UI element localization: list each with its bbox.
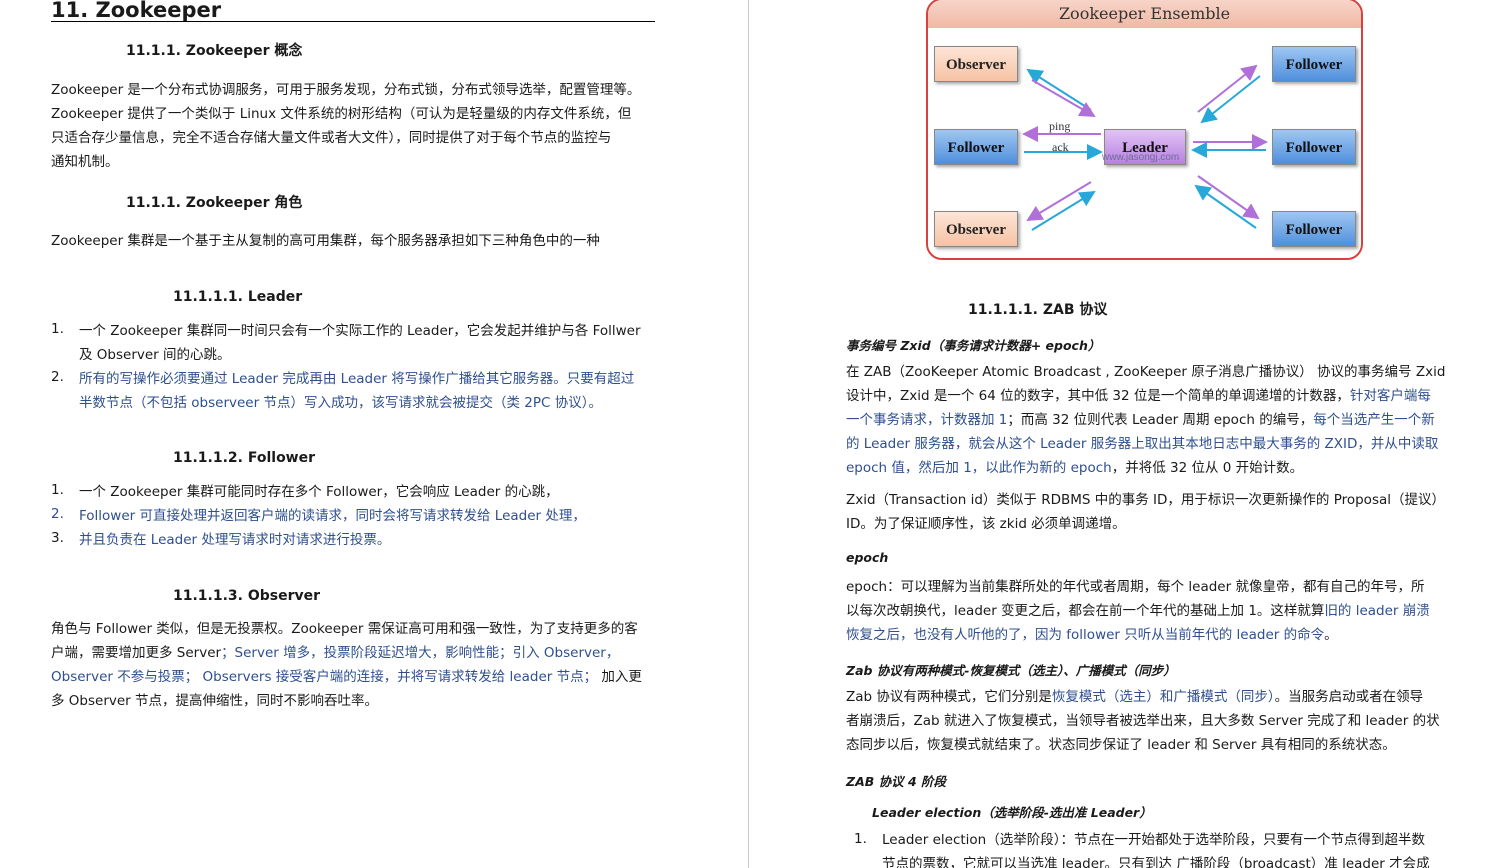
text-line: 一个 Zookeeper 集群同一时间只会有一个实际工作的 Leader，它会发…: [79, 323, 641, 339]
list-number: 2.: [51, 506, 64, 522]
arrow-ack: [1031, 79, 1096, 118]
watermark: www.jasongj.com: [1102, 152, 1180, 163]
arrow-ping: [1026, 68, 1092, 111]
ping-label: ping: [1049, 119, 1071, 133]
list-number: 1.: [51, 482, 64, 498]
list-item: 所有的写操作必须要通过 Leader 完成再由 Leader 将写操作广播给其它…: [79, 367, 634, 415]
text-line: ID。为了保证顺序性，该 zkid 必须单调递增。: [846, 516, 1126, 532]
text-line: 设计中，Zxid 是一个 64 位的数字，其中低 32 位是一个简单的单调递增的…: [846, 388, 1431, 404]
follower-node: Follower: [1272, 211, 1356, 247]
zxid-paragraph: 在 ZAB（ZooKeeper Atomic Broadcast , ZooKe…: [846, 360, 1506, 480]
text-line: 节点的票数，它就可以当选准 leader。只有到达 广播阶段（broadcast…: [882, 856, 1430, 868]
list-item: Follower 可直接处理并返回客户端的读请求，同时会将写请求转发给 Lead…: [79, 508, 586, 524]
chapter-title: 11. Zookeeper: [51, 0, 222, 22]
leader-election-label: Leader election（选举阶段-选出准 Leader）: [872, 805, 1152, 820]
text-line: 一个事务请求，计数器加 1；而高 32 位则代表 Leader 周期 epoch…: [846, 412, 1435, 428]
text-line: epoch：可以理解为当前集群所处的年代或者周期，每个 leader 就像皇帝，…: [846, 579, 1425, 595]
list-item: 一个 Zookeeper 集群可能同时存在多个 Follower，它会响应 Le…: [79, 484, 559, 500]
list-number: 1.: [854, 831, 867, 847]
text-line: 以每次改朝换代，leader 变更之后，都会在前一个年代的基础上加 1。这样就算…: [846, 603, 1430, 619]
page-gutter: [748, 0, 749, 868]
role-intro: Zookeeper 集群是一个基于主从复制的高可用集群，每个服务器承担如下三种角…: [51, 233, 600, 249]
concept-paragraph: Zookeeper 是一个分布式协调服务，可用于服务发现，分布式锁，分布式领导选…: [51, 78, 691, 174]
zab-mode-label: Zab 协议有两种模式-恢复模式（选主）、广播模式（同步）: [846, 663, 1176, 678]
list-number: 3.: [51, 530, 64, 546]
text-line: 户端，需要增加更多 Server；Server 增多，投票阶段延迟增大，影响性能…: [51, 645, 620, 661]
text-line: 的 Leader 服务器，就会从这个 Leader 服务器上取出其本地日志中最大…: [846, 436, 1439, 452]
text-line: 半数节点（不包括 observeer 节点）写入成功，该写请求就会被提交（类 2…: [79, 395, 602, 411]
follower-node: Follower: [1272, 129, 1356, 165]
subsection-heading-zab: 11.1.1.1. ZAB 协议: [968, 302, 1108, 318]
list-item: 并且负责在 Leader 处理写请求时对请求进行投票。: [79, 532, 391, 548]
list-number: 1.: [51, 321, 64, 337]
observer-node: Observer: [934, 46, 1018, 82]
arrow-ping: [1197, 64, 1258, 113]
epoch-label: epoch: [846, 550, 889, 565]
text-line: 态同步以后，恢复模式就结束了。状态同步保证了 leader 和 Server 具…: [846, 737, 1396, 753]
observer-node: Observer: [934, 211, 1018, 247]
text-line: 只适合存少量信息，完全不适合存储大量文件或者大文件），同时提供了对于每个节点的监…: [51, 130, 612, 146]
subsection-heading-observer: 11.1.1.3. Observer: [173, 588, 321, 604]
text-line: Zookeeper 是一个分布式协调服务，可用于服务发现，分布式锁，分布式领导选…: [51, 82, 641, 98]
zookeeper-ensemble-diagram: Zookeeper Ensemble Observer Follower Obs…: [926, 0, 1365, 262]
title-underline: [51, 21, 655, 22]
zxid-label: 事务编号 Zxid（事务请求计数器+ epoch）: [846, 338, 1101, 353]
text-line: 及 Observer 间的心跳。: [79, 347, 231, 363]
arrow-ping: [1197, 175, 1260, 220]
observer-paragraph: 角色与 Follower 类似，但是无投票权。Zookeeper 需保证高可用和…: [51, 617, 711, 713]
arrow-ack: [1200, 75, 1261, 124]
epoch-paragraph: epoch：可以理解为当前集群所处的年代或者周期，每个 leader 就像皇帝，…: [846, 575, 1506, 647]
subsection-heading-follower: 11.1.1.2. Follower: [173, 450, 316, 466]
text-line: 角色与 Follower 类似，但是无投票权。Zookeeper 需保证高可用和…: [51, 621, 638, 637]
left-page: 11. Zookeeper 11.1.1. Zookeeper 概念 Zooke…: [0, 0, 748, 868]
text-line: Zab 协议有两种模式，它们分别是恢复模式（选主）和广播模式（同步）。当服务启动…: [846, 689, 1424, 705]
zab-stages-label: ZAB 协议 4 阶段: [846, 774, 947, 789]
zxid-transaction-paragraph: Zxid（Transaction id）类似于 RDBMS 中的事务 ID，用于…: [846, 488, 1506, 536]
zab-mode-paragraph: Zab 协议有两种模式，它们分别是恢复模式（选主）和广播模式（同步）。当服务启动…: [846, 685, 1506, 757]
list-number: 2.: [51, 369, 64, 385]
right-page: Zookeeper Ensemble Observer Follower Obs…: [750, 0, 1511, 868]
follower-node: Follower: [1272, 46, 1356, 82]
arrow-ack: [1194, 184, 1257, 229]
section-heading-concept: 11.1.1. Zookeeper 概念: [126, 43, 303, 59]
text-line: epoch 值，然后加 1，以此作为新的 epoch，并将低 32 位从 0 开…: [846, 460, 1304, 476]
text-line: 者崩溃后，Zab 就进入了恢复模式，当领导者被选举出来，且大多数 Server …: [846, 713, 1440, 729]
text-line: 所有的写操作必须要通过 Leader 完成再由 Leader 将写操作广播给其它…: [79, 371, 635, 387]
ack-label: ack: [1052, 140, 1069, 154]
text-line: 恢复之后，也没有人听他的了，因为 follower 只听从当前年代的 leade…: [846, 627, 1338, 643]
text-line: 在 ZAB（ZooKeeper Atomic Broadcast , ZooKe…: [846, 364, 1446, 380]
text-line: Observer 不参与投票； Observers 接受客户端的连接，并将写请求…: [51, 669, 642, 685]
list-item: Leader election（选举阶段）：节点在一开始都处于选举阶段，只要有一…: [882, 828, 1430, 868]
follower-node: Follower: [934, 129, 1018, 165]
text-line: Leader election（选举阶段）：节点在一开始都处于选举阶段，只要有一…: [882, 832, 1425, 848]
text-line: 多 Observer 节点，提高伸缩性，同时不影响吞吐率。: [51, 693, 379, 709]
text-line: Zxid（Transaction id）类似于 RDBMS 中的事务 ID，用于…: [846, 492, 1445, 508]
section-heading-role: 11.1.1. Zookeeper 角色: [126, 195, 303, 211]
text-line: Zookeeper 提供了一个类似于 Linux 文件系统的树形结构（可认为是轻…: [51, 106, 632, 122]
subsection-heading-leader: 11.1.1.1. Leader: [173, 289, 303, 305]
list-item: 一个 Zookeeper 集群同一时间只会有一个实际工作的 Leader，它会发…: [79, 319, 641, 367]
text-line: 通知机制。: [51, 154, 119, 170]
